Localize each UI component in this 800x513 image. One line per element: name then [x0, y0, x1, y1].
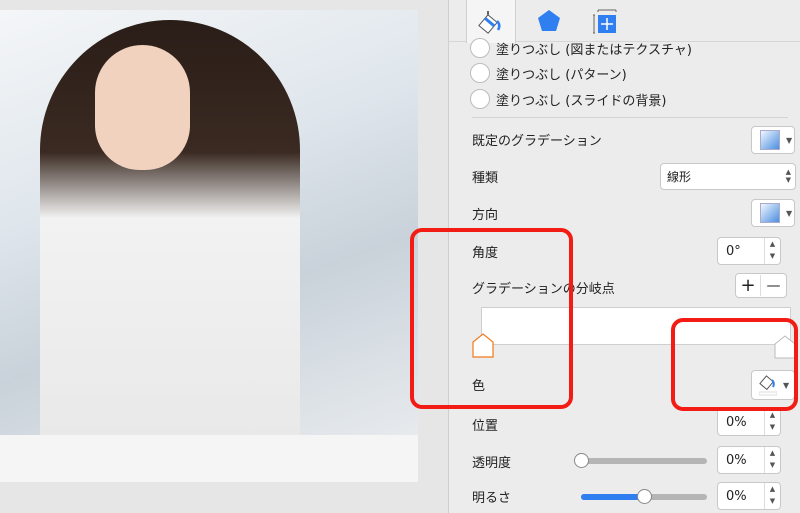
position-value[interactable]: 0%	[726, 415, 747, 430]
face-image	[95, 45, 190, 170]
tab-shape[interactable]	[524, 0, 574, 42]
stepper-arrows-icon[interactable]: ▲ ▼	[764, 447, 780, 473]
preset-gradient-dropdown[interactable]: ▼	[751, 126, 795, 154]
transparency-value[interactable]: 0%	[726, 453, 747, 468]
angle-stepper[interactable]: 0° ▲ ▼	[717, 237, 781, 265]
tab-size-position[interactable]	[579, 0, 629, 42]
add-stop-button[interactable]: +	[736, 275, 762, 296]
slider-fill	[581, 494, 644, 500]
chevron-down-icon: ▼	[786, 135, 793, 145]
stepper-arrows-icon[interactable]: ▲ ▼	[764, 483, 780, 509]
annotation-highlight-box	[410, 228, 573, 409]
brightness-label: 明るさ	[472, 491, 512, 506]
type-label: 種類	[472, 171, 499, 186]
gradient-swatch	[760, 130, 780, 150]
brightness-slider[interactable]	[581, 489, 707, 504]
position-stepper[interactable]: 0% ▲ ▼	[717, 408, 781, 436]
radio-label: 塗りつぶし (スライドの背景)	[496, 93, 667, 109]
desk-image	[0, 435, 418, 482]
slider-thumb[interactable]	[574, 453, 589, 468]
stepper-arrows-icon[interactable]: ▲ ▼	[764, 409, 780, 435]
radio-slide-background-fill[interactable]: 塗りつぶし (スライドの背景)	[470, 89, 666, 109]
radio-button[interactable]	[470, 63, 490, 83]
radio-label: 塗りつぶし (パターン)	[496, 67, 627, 83]
divider	[472, 117, 788, 118]
direction-label: 方向	[472, 208, 499, 223]
angle-value[interactable]: 0°	[726, 244, 741, 259]
stepper-arrows-icon[interactable]: ▲ ▼	[764, 238, 780, 264]
radio-button[interactable]	[470, 89, 490, 109]
chevron-down-icon: ▼	[786, 208, 793, 218]
tab-fill[interactable]	[466, 0, 516, 43]
position-label: 位置	[472, 419, 499, 434]
pentagon-shape-icon	[538, 10, 560, 31]
transparency-slider[interactable]	[574, 453, 707, 468]
radio-picture-texture-fill[interactable]: 塗りつぶし (図またはテクスチャ)	[470, 38, 692, 58]
radio-pattern-fill[interactable]: 塗りつぶし (パターン)	[470, 63, 627, 83]
direction-dropdown[interactable]: ▼	[751, 199, 795, 227]
transparency-stepper[interactable]: 0% ▲ ▼	[717, 446, 781, 474]
transparency-label: 透明度	[472, 456, 512, 471]
annotation-highlight-box	[671, 318, 798, 411]
stop-add-remove: + —	[735, 273, 787, 298]
radio-button[interactable]	[470, 38, 490, 58]
radio-label: 塗りつぶし (図またはテクスチャ)	[496, 42, 692, 58]
gradient-swatch	[760, 203, 780, 223]
type-value: 線形	[667, 170, 692, 184]
paint-bucket-icon	[478, 10, 501, 34]
panel-tabs	[449, 0, 800, 43]
remove-stop-button[interactable]: —	[761, 278, 786, 294]
updown-icon: ▲ ▼	[785, 168, 791, 184]
type-select[interactable]: 線形 ▲ ▼	[660, 163, 796, 190]
slider-thumb[interactable]	[637, 489, 652, 504]
preset-gradient-label: 既定のグラデーション	[472, 134, 602, 149]
slide-photo[interactable]	[0, 10, 418, 482]
brightness-stepper[interactable]: 0% ▲ ▼	[717, 482, 781, 510]
brightness-value[interactable]: 0%	[726, 489, 747, 504]
size-position-icon	[593, 9, 617, 34]
